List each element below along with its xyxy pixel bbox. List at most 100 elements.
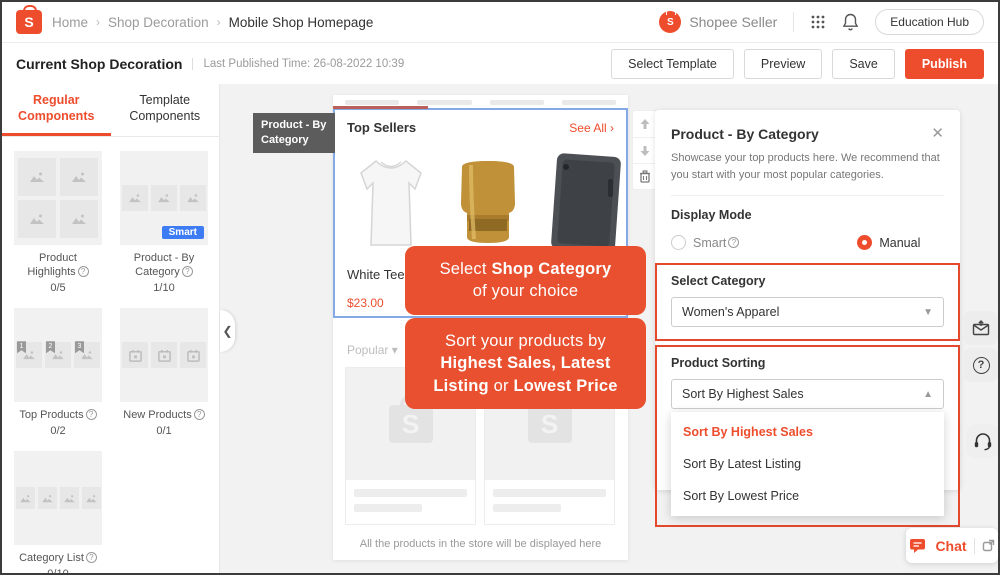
select-category-annotated-section: Select Category Women's Apparel ▼ bbox=[655, 263, 960, 341]
component-count: 0/10 bbox=[14, 568, 102, 573]
component-thumbnail bbox=[14, 150, 102, 245]
smart-badge: Smart bbox=[161, 225, 204, 239]
component-thumbnail bbox=[120, 308, 208, 403]
callout-product-sorting: Sort your products by Highest Sales, Lat… bbox=[405, 318, 646, 409]
shopee-bag-placeholder-icon: S bbox=[527, 394, 572, 443]
apps-grid-icon[interactable] bbox=[810, 14, 826, 30]
image-placeholder-icon bbox=[85, 494, 98, 503]
breadcrumb-shop-decoration[interactable]: Shop Decoration bbox=[108, 15, 209, 30]
image-placeholder-icon bbox=[63, 494, 76, 503]
panel-title: Product - By Category bbox=[671, 126, 819, 142]
radio-off-icon bbox=[671, 235, 686, 250]
component-thumbnail bbox=[14, 451, 102, 546]
image-placeholder-icon bbox=[186, 193, 200, 203]
image-placeholder-icon bbox=[71, 171, 87, 183]
help-icon[interactable]: ? bbox=[181, 266, 193, 278]
section-title: Top Sellers bbox=[347, 120, 417, 135]
component-count: 0/2 bbox=[50, 425, 66, 438]
see-all-link[interactable]: See All › bbox=[569, 121, 614, 135]
chat-divider bbox=[973, 537, 975, 554]
component-product-by-category[interactable]: Smart Product - By Category? 1/10 bbox=[120, 150, 208, 295]
top-header: S Home › Shop Decoration › Mobile Shop H… bbox=[2, 2, 998, 42]
component-new-products[interactable]: New Products? 0/1 bbox=[120, 308, 208, 437]
image-placeholder-icon bbox=[41, 494, 54, 503]
radio-smart[interactable]: Smart? bbox=[671, 235, 740, 250]
breadcrumb-separator-icon: › bbox=[216, 15, 221, 29]
radio-manual[interactable]: Manual bbox=[857, 235, 920, 250]
account-label: Shopee Seller bbox=[689, 14, 778, 30]
gold-jar-image bbox=[444, 147, 532, 259]
breadcrumb-separator-icon: › bbox=[96, 15, 101, 29]
shop-decoration-app: S Home › Shop Decoration › Mobile Shop H… bbox=[0, 0, 1000, 575]
account-menu[interactable]: S Shopee Seller bbox=[659, 8, 778, 33]
tablet-image bbox=[541, 147, 626, 259]
close-icon[interactable]: ✕ bbox=[931, 126, 944, 141]
chevron-left-icon: ❮ bbox=[222, 324, 233, 338]
menu-item-latest-listing[interactable]: Sort By Latest Listing bbox=[671, 448, 944, 480]
product-sorting-label: Product Sorting bbox=[671, 356, 766, 370]
popout-icon[interactable] bbox=[982, 539, 995, 552]
shopee-seller-avatar-icon: S bbox=[659, 8, 682, 33]
help-icon[interactable]: ? bbox=[85, 552, 97, 564]
support-headset-icon[interactable] bbox=[966, 424, 998, 458]
component-actions-toolbar bbox=[632, 110, 657, 190]
category-dropdown[interactable]: Women's Apparel ▼ bbox=[671, 297, 944, 327]
select-template-button[interactable]: Select Template bbox=[611, 48, 734, 79]
component-count: 0/1 bbox=[156, 425, 172, 438]
decoration-canvas: Product - By Category Top Sellers See Al… bbox=[220, 84, 998, 573]
breadcrumb-home[interactable]: Home bbox=[52, 15, 88, 30]
display-mode-label: Display Mode bbox=[671, 208, 752, 222]
chat-widget[interactable]: Chat bbox=[906, 528, 998, 563]
component-top-products[interactable]: 1 2 3 Top Products? 0/2 bbox=[14, 308, 102, 437]
help-icon[interactable]: ? bbox=[77, 266, 89, 278]
shopee-logo-icon[interactable]: S bbox=[16, 5, 42, 34]
component-thumbnail: 1 2 3 bbox=[14, 308, 102, 403]
page-title: Current Shop Decoration bbox=[16, 55, 183, 72]
help-center-icon[interactable]: ? bbox=[964, 348, 998, 382]
preview-button[interactable]: Preview bbox=[743, 48, 823, 79]
calendar-icon bbox=[157, 349, 171, 362]
menu-item-highest-sales[interactable]: Sort By Highest Sales bbox=[671, 416, 944, 448]
tab-regular-components[interactable]: Regular Components bbox=[2, 84, 111, 136]
move-down-button[interactable] bbox=[633, 137, 656, 163]
move-up-button[interactable] bbox=[633, 111, 656, 137]
sorting-dropdown-menu: Sort By Highest Sales Sort By Latest Lis… bbox=[671, 412, 944, 516]
component-label: New Products? bbox=[120, 408, 208, 423]
calendar-icon bbox=[186, 349, 200, 362]
component-label: Product - By Category? bbox=[133, 251, 195, 279]
store-products-note: All the products in the store will be di… bbox=[359, 538, 602, 550]
component-label: Category List? bbox=[14, 551, 102, 566]
popular-tab[interactable]: Popular ▾ bbox=[347, 343, 398, 357]
help-icon[interactable]: ? bbox=[728, 237, 740, 248]
component-settings-panel: Product - By Category ✕ Showcase your to… bbox=[655, 110, 960, 527]
delete-component-button[interactable] bbox=[633, 163, 656, 189]
menu-item-lowest-price[interactable]: Sort By Lowest Price bbox=[671, 480, 944, 512]
breadcrumb-current-page: Mobile Shop Homepage bbox=[228, 14, 374, 30]
selected-component-tag: Product - By Category bbox=[253, 113, 335, 153]
components-sidebar: Regular Components Template Components P… bbox=[2, 84, 220, 573]
white-tee-image bbox=[347, 147, 435, 259]
help-icon[interactable]: ? bbox=[193, 409, 205, 421]
component-product-highlights[interactable]: Product Highlights? 0/5 bbox=[14, 150, 102, 294]
sorting-dropdown[interactable]: Sort By Highest Sales ▲ bbox=[671, 379, 944, 409]
last-published-time: Last Published Time: 26-08-2022 10:39 bbox=[192, 57, 404, 70]
education-hub-button[interactable]: Education Hub bbox=[875, 9, 984, 35]
feedback-inbox-icon[interactable] bbox=[964, 311, 998, 345]
image-placeholder-icon bbox=[19, 494, 32, 503]
chevron-up-icon: ▲ bbox=[923, 388, 933, 400]
chevron-down-icon: ▼ bbox=[923, 306, 933, 318]
tab-template-components[interactable]: Template Components bbox=[111, 84, 220, 136]
component-count: 1/10 bbox=[153, 282, 175, 295]
image-placeholder-icon bbox=[128, 193, 142, 203]
radio-on-icon bbox=[857, 235, 873, 250]
component-category-list[interactable]: Category List? 0/10 bbox=[14, 451, 102, 573]
notification-bell-icon[interactable] bbox=[842, 13, 859, 31]
publish-button[interactable]: Publish bbox=[904, 48, 984, 79]
product-sorting-annotated-section: Product Sorting Sort By Highest Sales ▲ … bbox=[655, 345, 960, 527]
component-thumbnail: Smart bbox=[120, 150, 208, 245]
help-icon[interactable]: ? bbox=[85, 409, 97, 421]
save-button[interactable]: Save bbox=[832, 48, 895, 79]
chat-bubble-icon bbox=[909, 538, 928, 554]
chevron-down-icon: ▾ bbox=[391, 343, 398, 357]
chat-label: Chat bbox=[935, 537, 967, 554]
